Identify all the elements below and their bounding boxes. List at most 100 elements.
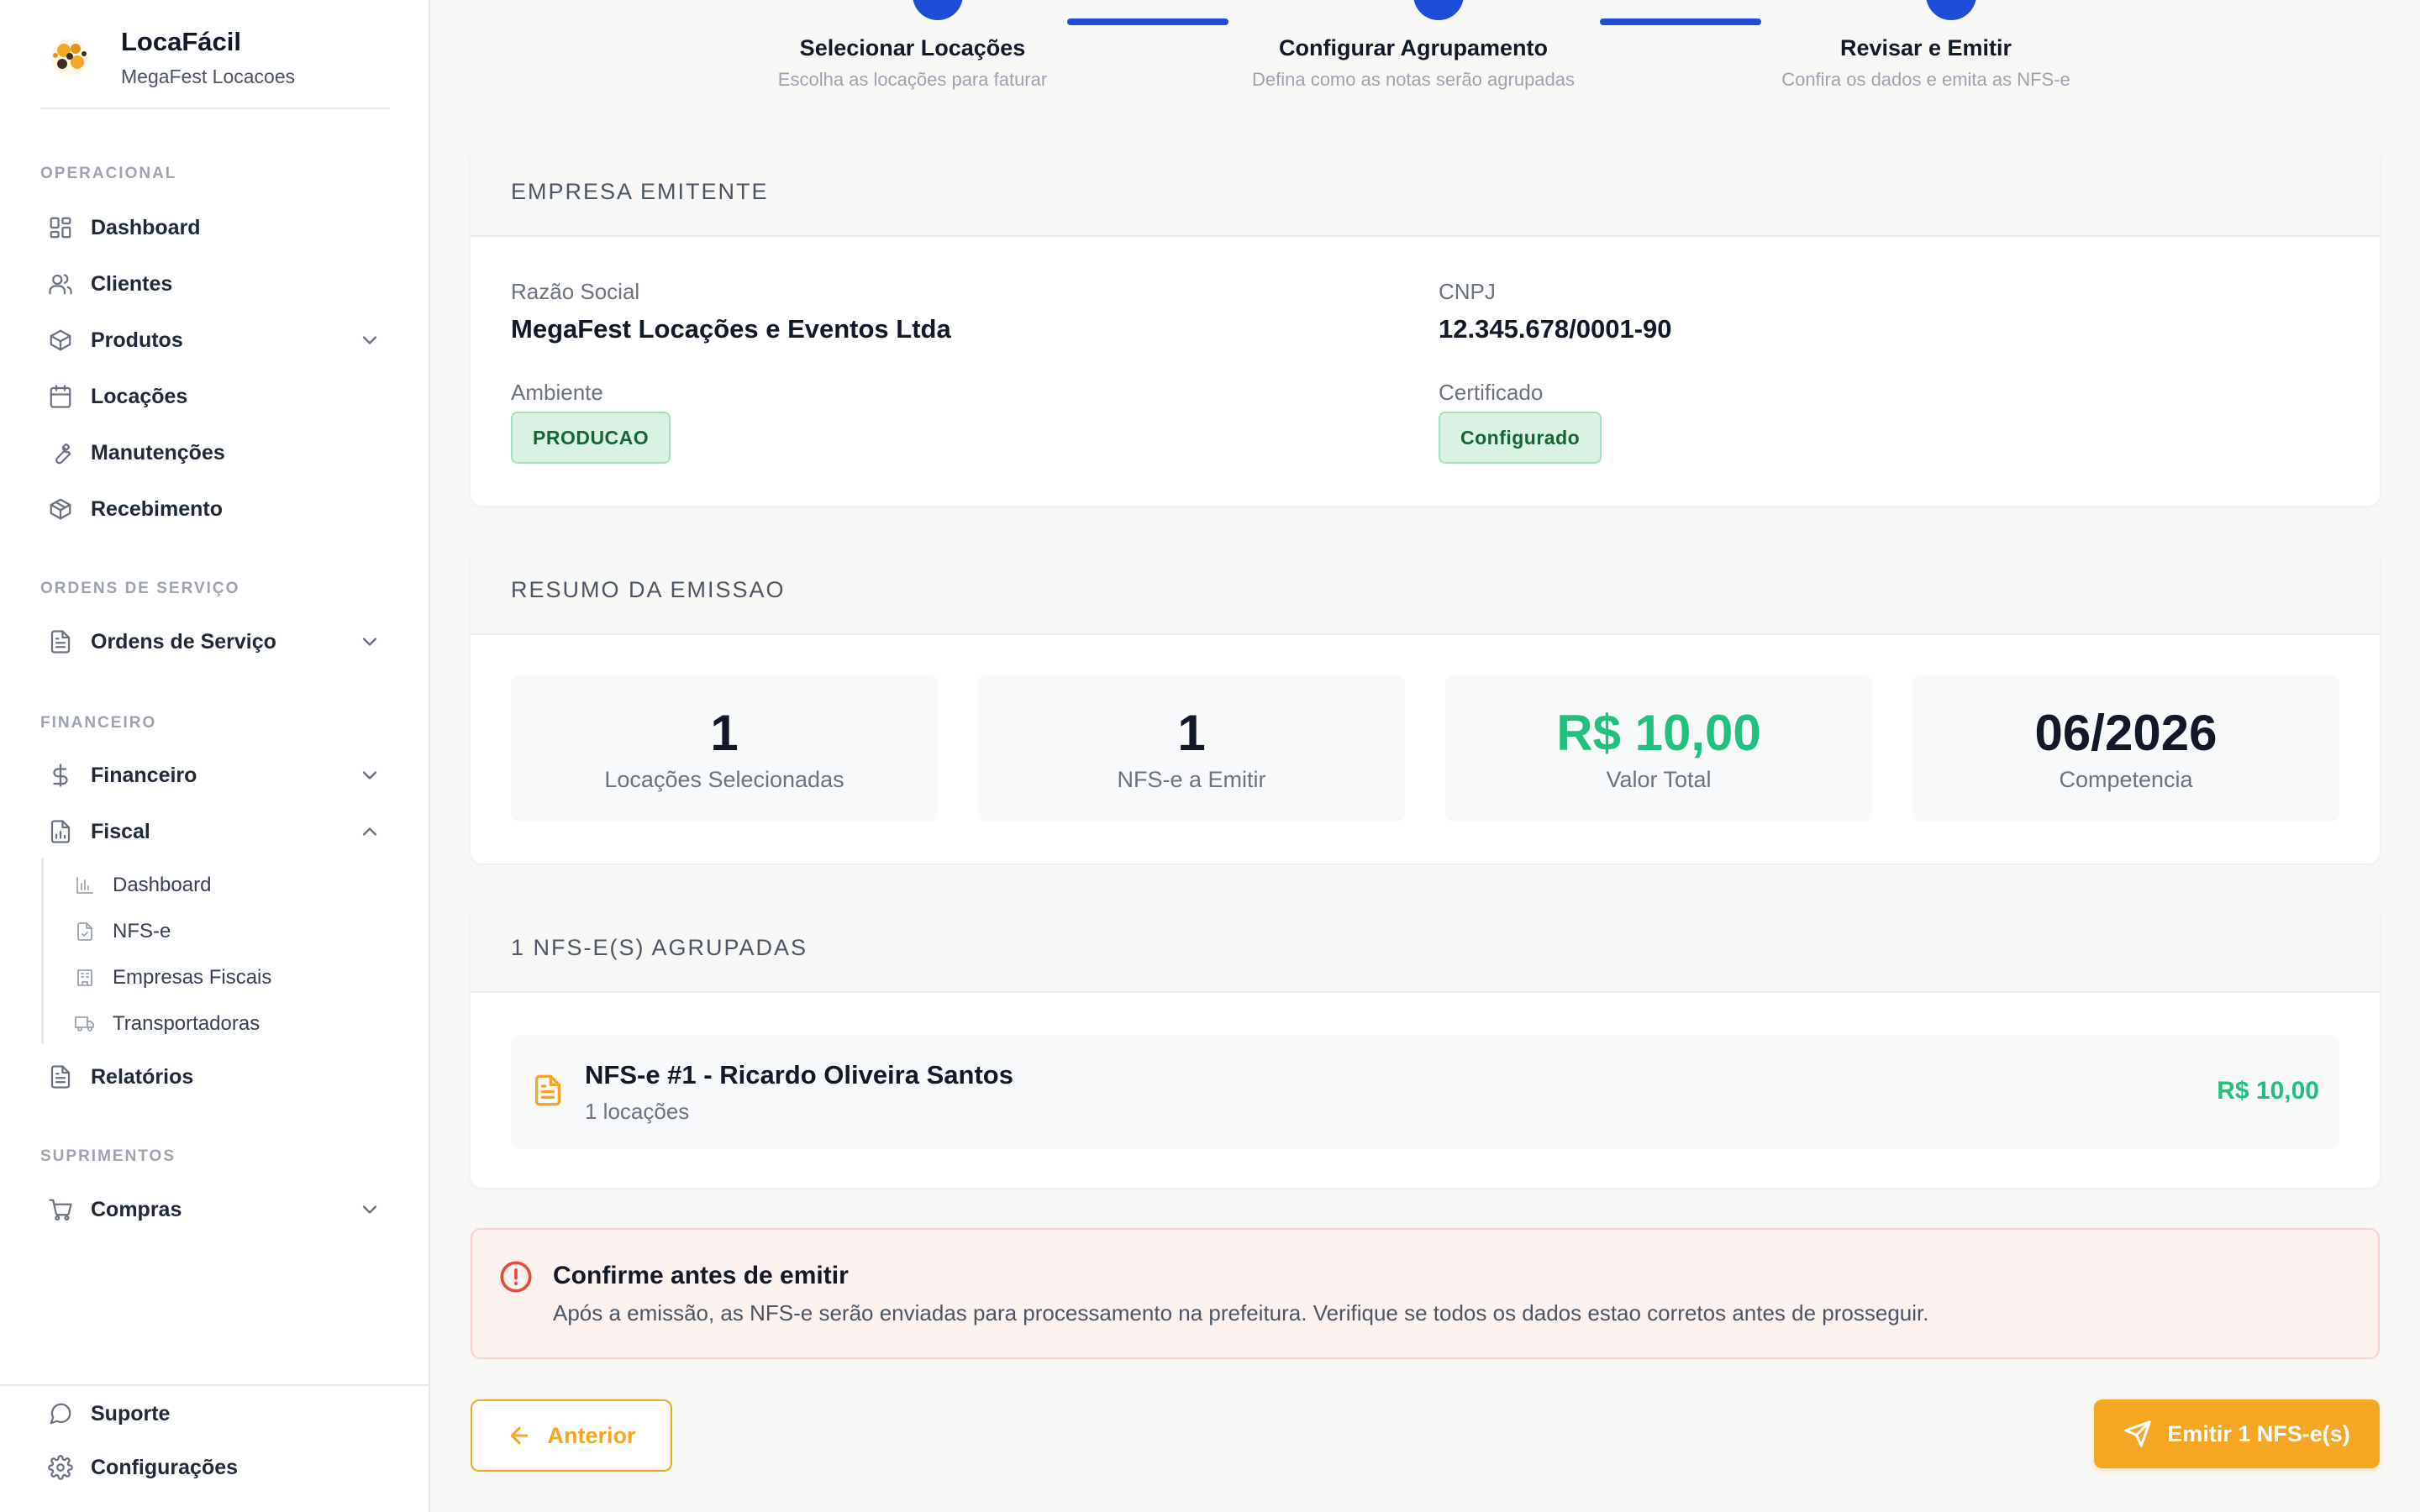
file-chart-icon bbox=[47, 818, 74, 845]
cnpj-value: 12.345.678/0001-90 bbox=[1439, 314, 1672, 344]
sidebar-subitem-label: Transportadoras bbox=[113, 1012, 260, 1035]
sidebar-item-label: Fiscal bbox=[91, 819, 150, 843]
step-3-indicator bbox=[1926, 0, 1976, 20]
razao-social-value: MegaFest Locações e Eventos Ltda bbox=[511, 314, 951, 344]
previous-button-label: Anterior bbox=[547, 1422, 636, 1448]
wrench-icon bbox=[47, 439, 74, 466]
stat-valor-total: R$ 10,00 Valor Total bbox=[1445, 675, 1872, 822]
sidebar-item-label: Produtos bbox=[91, 328, 183, 352]
sidebar-item-label: Relatórios bbox=[91, 1064, 194, 1089]
shopping-cart-icon bbox=[47, 1196, 74, 1223]
stat-nfse-a-emitir: 1 NFS-e a Emitir bbox=[978, 675, 1405, 822]
emit-nfse-button[interactable]: Emitir 1 NFS-e(s) bbox=[2094, 1399, 2380, 1468]
sidebar-item-locacoes[interactable]: Locações bbox=[40, 374, 390, 419]
brand-company: MegaFest Locacoes bbox=[121, 66, 296, 87]
stepper: Selecionar Locações Escolha as locações … bbox=[471, 0, 2380, 118]
ambiente-badge: PRODUCAO bbox=[511, 412, 671, 464]
stat-caption: NFS-e a Emitir bbox=[1117, 767, 1266, 792]
sidebar-item-financeiro[interactable]: Financeiro bbox=[40, 753, 390, 798]
step-1-title[interactable]: Selecionar Locações bbox=[800, 35, 1026, 61]
step-2-title[interactable]: Configurar Agrupamento bbox=[1279, 35, 1548, 61]
step-1-indicator bbox=[913, 0, 963, 20]
sidebar-item-label: Financeiro bbox=[91, 763, 197, 787]
resumo-emissao-card: RESUMO DA EMISSAO 1 Locações Selecionada… bbox=[471, 546, 2380, 864]
sidebar-item-label: Recebimento bbox=[91, 496, 223, 521]
sidebar-item-recebimento[interactable]: Recebimento bbox=[40, 486, 390, 532]
sidebar-item-label: Suporte bbox=[91, 1401, 171, 1425]
sidebar-subitem-nfse[interactable]: NFS-e bbox=[74, 913, 171, 950]
sidebar-item-configuracoes[interactable]: Configurações bbox=[40, 1445, 390, 1490]
cnpj-label: CNPJ bbox=[1439, 279, 1496, 304]
gear-icon bbox=[47, 1454, 74, 1481]
sidebar-item-manutencoes[interactable]: Manutenções bbox=[40, 430, 390, 475]
box-icon bbox=[47, 327, 74, 354]
stat-value: R$ 10,00 bbox=[1556, 705, 1761, 761]
sidebar-item-label: Dashboard bbox=[91, 215, 201, 239]
nfse-title: NFS-e #1 - Ricardo Oliveira Santos bbox=[585, 1060, 1013, 1089]
sidebar-item-suporte[interactable]: Suporte bbox=[40, 1391, 390, 1436]
brand[interactable]: LocaFácil MegaFest Locacoes bbox=[40, 24, 390, 109]
emit-button-label: Emitir 1 NFS-e(s) bbox=[2167, 1420, 2350, 1446]
nfse-value: R$ 10,00 bbox=[2217, 1077, 2319, 1105]
step-1-subtitle: Escolha as locações para faturar bbox=[777, 69, 1048, 90]
sidebar-subitem-fiscal-dashboard[interactable]: Dashboard bbox=[74, 867, 211, 904]
alert-title: Confirme antes de emitir bbox=[553, 1262, 849, 1289]
step-connector-2 bbox=[1600, 18, 1761, 25]
sidebar-subitem-transportadoras[interactable]: Transportadoras bbox=[74, 1005, 260, 1042]
sidebar-subitem-empresas[interactable]: Empresas Fiscais bbox=[74, 959, 271, 996]
sidebar-subitem-label: Empresas Fiscais bbox=[113, 966, 272, 989]
section-operacional: OPERACIONAL bbox=[40, 165, 177, 182]
card-header: EMPRESA EMITENTE bbox=[471, 148, 2380, 237]
sidebar-item-produtos[interactable]: Produtos bbox=[40, 318, 390, 363]
ambiente-label: Ambiente bbox=[511, 380, 603, 405]
step-2-subtitle: Defina como as notas serão agrupadas bbox=[1251, 69, 1576, 90]
nfse-list-item[interactable]: NFS-e #1 - Ricardo Oliveira Santos 1 loc… bbox=[511, 1035, 2339, 1149]
sidebar-item-label: Compras bbox=[91, 1197, 182, 1221]
nfse-subtitle: 1 locações bbox=[585, 1099, 690, 1124]
card-title: EMPRESA EMITENTE bbox=[511, 178, 769, 204]
stat-competencia: 06/2026 Competencia bbox=[1912, 675, 2339, 822]
sidebar-footer-divider bbox=[0, 1384, 430, 1386]
sidebar-item-label: Clientes bbox=[91, 271, 173, 296]
sidebar-item-fiscal[interactable]: Fiscal bbox=[40, 809, 390, 854]
sidebar-item-compras[interactable]: Compras bbox=[40, 1187, 390, 1232]
step-3-subtitle: Confira os dados e emita as NFS-e bbox=[1781, 69, 2070, 90]
chevron-down-icon bbox=[358, 630, 381, 654]
stat-value: 1 bbox=[1177, 705, 1206, 761]
sidebar-item-ordens-servico[interactable]: Ordens de Serviço bbox=[40, 619, 390, 664]
stat-locacoes-selecionadas: 1 Locações Selecionadas bbox=[511, 675, 938, 822]
step-3-title[interactable]: Revisar e Emitir bbox=[1840, 35, 2012, 61]
submenu-divider bbox=[41, 858, 44, 1043]
sidebar-item-label: Locações bbox=[91, 384, 188, 408]
card-header: 1 NFS-E(S) AGRUPADAS bbox=[471, 904, 2380, 993]
sidebar-item-dashboard[interactable]: Dashboard bbox=[40, 205, 390, 250]
confirm-alert: Confirme antes de emitir Após a emissão,… bbox=[471, 1228, 2380, 1359]
file-text-icon bbox=[47, 1063, 74, 1090]
package-icon bbox=[47, 496, 74, 522]
stat-caption: Competencia bbox=[2059, 767, 2193, 792]
card-title: RESUMO DA EMISSAO bbox=[511, 576, 786, 602]
certificado-label: Certificado bbox=[1439, 380, 1544, 405]
calendar-icon bbox=[47, 383, 74, 410]
step-2-indicator bbox=[1413, 0, 1464, 20]
bar-chart-icon bbox=[74, 874, 96, 896]
chevron-down-icon bbox=[358, 1198, 381, 1221]
send-icon bbox=[2124, 1420, 2151, 1447]
sidebar-item-label: Configurações bbox=[91, 1455, 239, 1479]
section-ordens: ORDENS DE SERVIÇO bbox=[40, 580, 240, 597]
sidebar-item-relatorios[interactable]: Relatórios bbox=[40, 1054, 390, 1100]
previous-button[interactable]: Anterior bbox=[471, 1399, 672, 1472]
arrow-left-icon bbox=[511, 1426, 529, 1445]
brand-name: LocaFácil bbox=[121, 27, 241, 56]
file-check-icon bbox=[74, 921, 96, 942]
chevron-up-icon bbox=[358, 820, 381, 843]
section-suprimentos: SUPRIMENTOS bbox=[40, 1147, 176, 1165]
file-text-icon bbox=[47, 628, 74, 655]
razao-social-label: Razão Social bbox=[511, 279, 640, 304]
sidebar-subitem-label: Dashboard bbox=[113, 874, 212, 896]
chevron-down-icon bbox=[358, 764, 381, 787]
sidebar-item-clientes[interactable]: Clientes bbox=[40, 261, 390, 307]
message-circle-icon bbox=[47, 1400, 74, 1427]
sidebar: LocaFácil MegaFest Locacoes OPERACIONAL … bbox=[0, 0, 430, 1512]
card-title: 1 NFS-E(S) AGRUPADAS bbox=[511, 934, 808, 960]
